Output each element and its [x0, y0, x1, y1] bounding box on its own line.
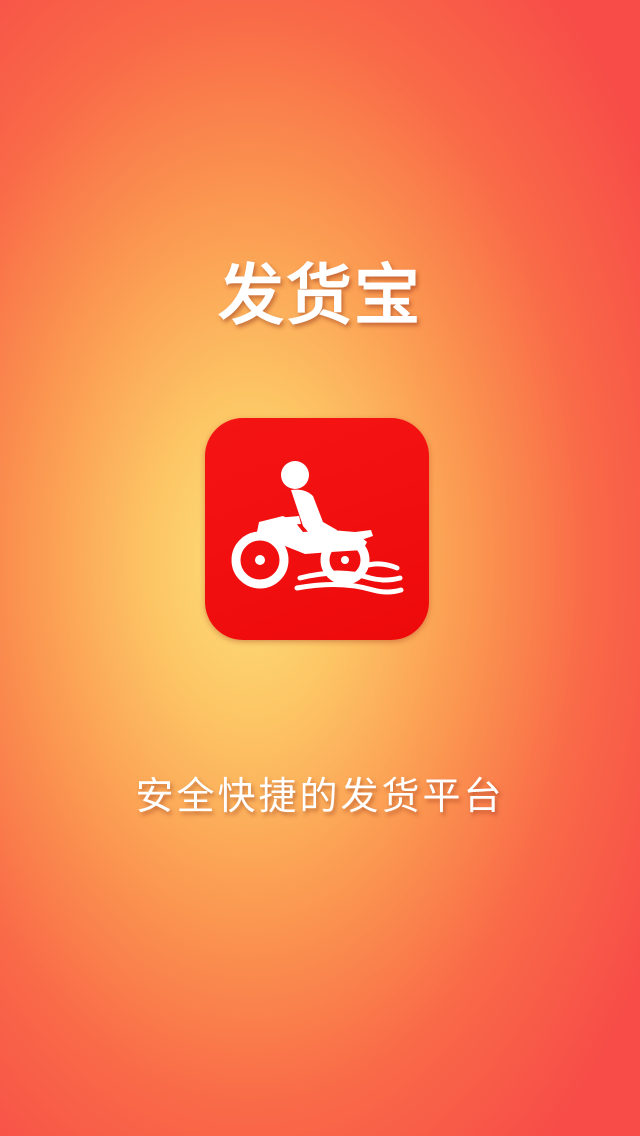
splash-screen: 发货宝 安全快捷的发货平台 — [0, 0, 640, 1136]
app-title: 发货宝 — [218, 256, 422, 334]
app-tagline: 安全快捷的发货平台 — [135, 774, 505, 818]
motorcycle-courier-icon — [231, 461, 404, 595]
app-logo — [205, 418, 429, 640]
